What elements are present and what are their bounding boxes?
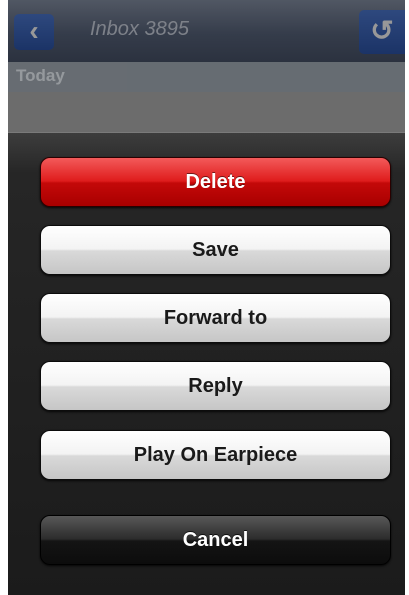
inbox-title: Inbox 3895 (90, 18, 189, 40)
section-title: Today (16, 66, 65, 85)
section-header: Today (8, 62, 405, 92)
refresh-button[interactable]: ↺ (359, 10, 405, 54)
navigation-bar: ‹ Inbox 3895 ↺ (8, 0, 405, 62)
save-button[interactable]: Save (40, 225, 391, 275)
action-sheet: Delete Save Forward to Reply Play On Ear… (8, 132, 405, 595)
play-on-earpiece-button[interactable]: Play On Earpiece (40, 430, 391, 480)
cancel-button[interactable]: Cancel (40, 515, 391, 565)
chevron-left-icon: ‹ (29, 15, 39, 46)
back-button[interactable]: ‹ (14, 14, 54, 50)
delete-button[interactable]: Delete (40, 157, 391, 207)
forward-button[interactable]: Forward to (40, 293, 391, 343)
refresh-icon: ↺ (370, 15, 394, 46)
reply-button[interactable]: Reply (40, 361, 391, 411)
voicemail-screen: ‹ Inbox 3895 ↺ Today Delete Save Forward… (8, 0, 405, 595)
message-row[interactable] (8, 92, 405, 132)
